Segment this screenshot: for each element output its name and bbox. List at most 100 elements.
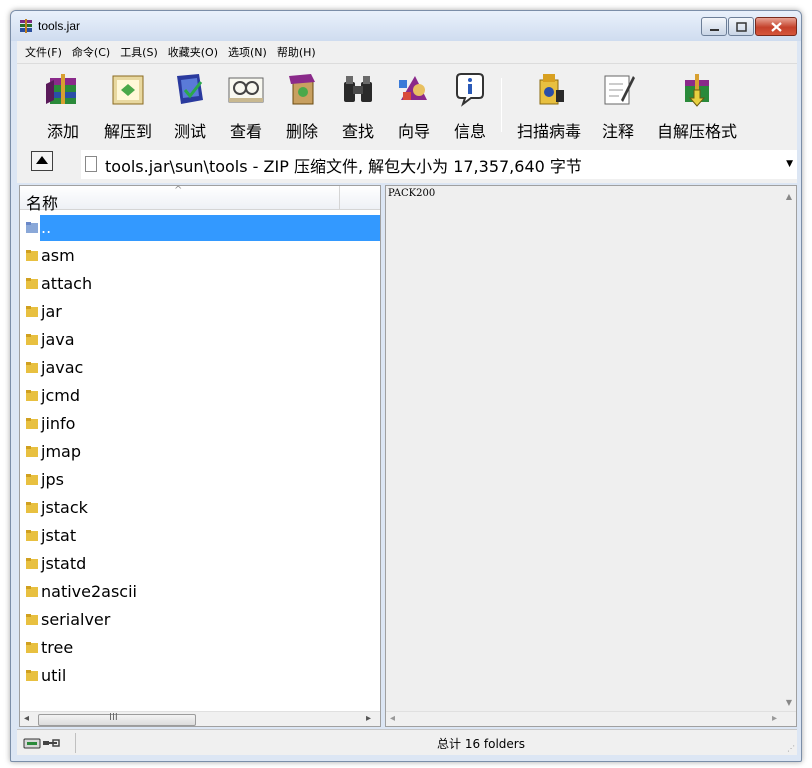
- list-item[interactable]: jstack: [22, 495, 340, 521]
- sfx-button[interactable]: 自解压格式: [649, 68, 745, 144]
- scroll-left-icon[interactable]: ◂: [390, 713, 395, 724]
- name-column-header[interactable]: 名称 ^: [20, 185, 340, 213]
- maximize-button[interactable]: [728, 17, 754, 36]
- list-item[interactable]: native2ascii: [22, 579, 340, 605]
- toolbar-separator: [501, 78, 502, 132]
- comment-horizontal-scrollbar[interactable]: ◂ ▸: [386, 711, 796, 726]
- up-arrow-icon: [36, 156, 48, 164]
- delete-label: 删除: [285, 122, 318, 141]
- list-item[interactable]: tree: [22, 635, 340, 661]
- status-bar: 总计 16 folders ⋰: [17, 729, 797, 755]
- info-label: 信息: [453, 122, 486, 141]
- wizard-icon: [399, 76, 427, 100]
- folder-icon: [26, 278, 38, 289]
- column-header: 名称 ^: [20, 185, 380, 213]
- list-item[interactable]: util: [22, 663, 340, 689]
- scroll-up-icon[interactable]: ▲: [786, 192, 792, 201]
- list-item-label: javac: [41, 358, 84, 377]
- extract-to-button[interactable]: 解压到: [95, 68, 161, 144]
- wizard-label: 向导: [397, 122, 430, 141]
- drive-key-icon: [23, 738, 60, 749]
- scroll-right-icon[interactable]: ▸: [366, 713, 371, 724]
- scroll-right-icon[interactable]: ▸: [772, 713, 777, 724]
- menu-favorites[interactable]: 收藏夹(O): [164, 42, 222, 62]
- list-item[interactable]: jstatd: [22, 551, 340, 577]
- up-folder-button[interactable]: [31, 151, 53, 171]
- scroll-thumb[interactable]: III: [38, 712, 196, 726]
- app-window: tools.jar 文件(F) 命令(C) 工具(S) 收藏夹(O) 选项(N)…: [10, 10, 802, 762]
- list-item-label: ..: [41, 218, 52, 237]
- list-item-label: tree: [41, 638, 74, 657]
- list-item[interactable]: java: [22, 327, 340, 353]
- menu-help[interactable]: 帮助(H): [273, 42, 320, 62]
- list-item-label: serialver: [41, 610, 111, 629]
- sfx-icon: [685, 74, 709, 107]
- list-item-label: jstack: [41, 498, 88, 517]
- scroll-down-icon[interactable]: ▼: [786, 698, 792, 707]
- find-label: 查找: [341, 122, 374, 141]
- add-button[interactable]: 添加: [37, 68, 89, 144]
- status-divider: [75, 733, 76, 753]
- scroll-grip: III: [109, 712, 118, 723]
- folder-icon: [26, 474, 38, 485]
- horizontal-scrollbar[interactable]: ◂ III ▸: [20, 711, 380, 726]
- info-icon: [456, 73, 484, 107]
- column-filler: [341, 186, 380, 210]
- address-field[interactable]: tools.jar\sun\tools - ZIP 压缩文件, 解包大小为 17…: [81, 150, 797, 179]
- toolbar: 添加 解压到 测试 查看 删除 查找 向导 信息 扫描病毒 注释 自解压格式: [17, 63, 797, 145]
- menu-file[interactable]: 文件(F): [21, 42, 66, 62]
- view-icon: [228, 77, 264, 103]
- list-item-label: asm: [41, 246, 75, 265]
- menu-tools[interactable]: 工具(S): [116, 42, 162, 62]
- test-label: 测试: [173, 122, 206, 141]
- title-bar[interactable]: tools.jar: [11, 11, 801, 41]
- view-button[interactable]: 查看: [223, 68, 269, 144]
- list-item[interactable]: jstat: [22, 523, 340, 549]
- minimize-button[interactable]: [701, 17, 727, 36]
- wizard-button[interactable]: 向导: [391, 68, 437, 144]
- folder-icon: [26, 642, 38, 653]
- add-label: 添加: [46, 122, 79, 141]
- list-item[interactable]: javac: [22, 355, 340, 381]
- virus-scan-button[interactable]: 扫描病毒: [511, 68, 587, 144]
- binoculars-icon: [344, 76, 372, 102]
- resize-grip-icon[interactable]: ⋰: [787, 744, 795, 753]
- virus-scan-label: 扫描病毒: [516, 122, 581, 141]
- parent-folder-icon: [26, 222, 38, 233]
- list-item[interactable]: jmap: [22, 439, 340, 465]
- list-item[interactable]: serialver: [22, 607, 340, 633]
- list-item-label: jinfo: [41, 414, 76, 433]
- extract-icon: [112, 75, 144, 105]
- folder-icon: [26, 362, 38, 373]
- close-button[interactable]: [755, 17, 797, 36]
- menu-options[interactable]: 选项(N): [224, 42, 271, 62]
- address-text: tools.jar\sun\tools - ZIP 压缩文件, 解包大小为 17…: [105, 157, 582, 176]
- list-item-parent[interactable]: ..: [22, 215, 380, 241]
- folder-icon: [26, 446, 38, 457]
- list-item[interactable]: jinfo: [22, 411, 340, 437]
- folder-icon: [26, 670, 38, 681]
- dropdown-arrow-icon[interactable]: ▼: [786, 159, 793, 169]
- list-item-label: jcmd: [41, 386, 80, 405]
- sfx-label: 自解压格式: [656, 122, 737, 141]
- sort-ascending-icon: ^: [174, 185, 183, 196]
- scroll-left-icon[interactable]: ◂: [24, 713, 29, 724]
- info-button[interactable]: 信息: [447, 68, 493, 144]
- close-icon: [771, 22, 782, 32]
- find-button[interactable]: 查找: [335, 68, 381, 144]
- list-item[interactable]: asm: [22, 243, 340, 269]
- winrar-app-icon: [20, 19, 32, 33]
- extract-to-label: 解压到: [103, 122, 152, 141]
- folder-icon: [26, 530, 38, 541]
- list-item[interactable]: jps: [22, 467, 340, 493]
- folder-icon: [26, 614, 38, 625]
- delete-button[interactable]: 删除: [279, 68, 325, 144]
- list-item[interactable]: jar: [22, 299, 340, 325]
- comment-button[interactable]: 注释: [595, 68, 641, 144]
- comment-text: PACK200: [388, 188, 436, 199]
- comment-pane[interactable]: PACK200 ▲ ▼ ◂ ▸: [385, 185, 797, 727]
- test-button[interactable]: 测试: [167, 68, 213, 144]
- list-item[interactable]: jcmd: [22, 383, 340, 409]
- list-item[interactable]: attach: [22, 271, 340, 297]
- menu-command[interactable]: 命令(C): [68, 42, 114, 62]
